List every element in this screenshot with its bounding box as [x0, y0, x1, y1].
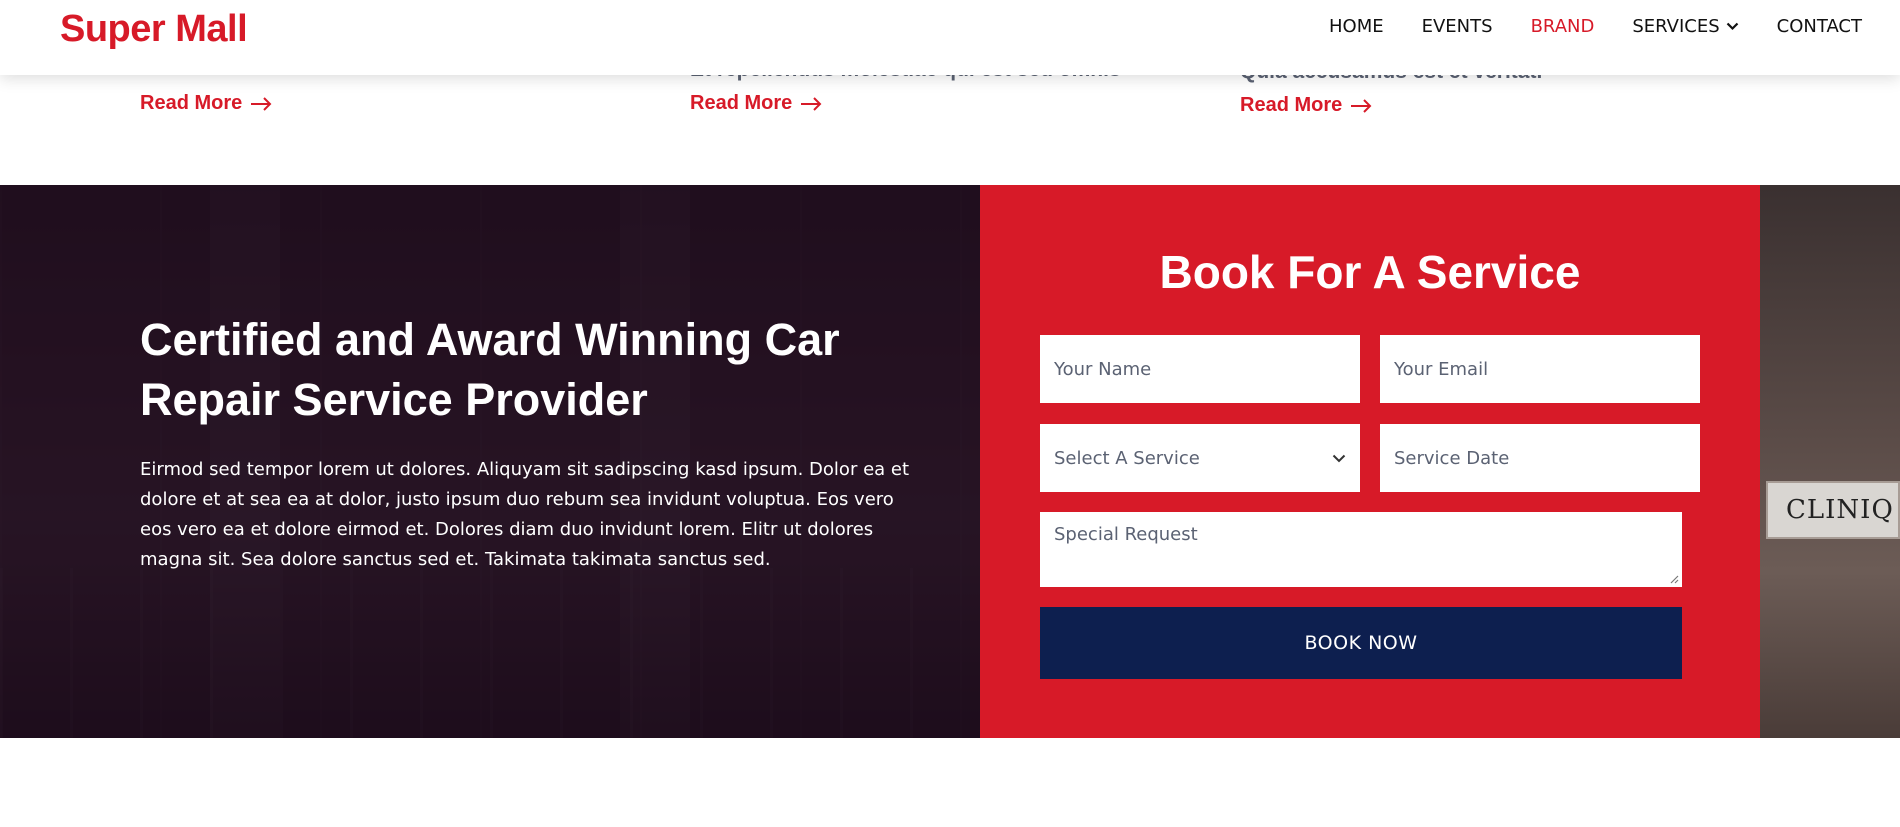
storefront-sign: CLINIQ [1766, 481, 1900, 539]
arrow-right-icon [251, 96, 272, 111]
section-headline: Certified and Award Winning Car Repair S… [140, 310, 910, 430]
name-field[interactable]: Your Name [1040, 335, 1360, 403]
special-request-textarea[interactable]: Special Request [1040, 512, 1682, 587]
arrow-right-icon [1351, 98, 1372, 113]
name-placeholder: Your Name [1054, 358, 1152, 380]
top-navbar: Super Mall HOME EVENTS BRAND SERVICES CO… [0, 0, 1900, 75]
headline-line-2: Repair Service Provider [140, 374, 648, 425]
read-more-label: Read More [140, 92, 243, 114]
nav-services[interactable]: SERVICES [1632, 16, 1738, 37]
special-request-placeholder: Special Request [1054, 524, 1198, 545]
read-more-label: Read More [1240, 94, 1343, 116]
service-date-field[interactable]: Service Date [1380, 424, 1700, 492]
read-more-link[interactable]: Read More [140, 92, 272, 115]
read-more-label: Read More [690, 92, 793, 114]
chevron-down-icon [1332, 454, 1346, 462]
email-field[interactable]: Your Email [1380, 335, 1700, 403]
arrow-right-icon [801, 96, 822, 111]
background-storefront [1760, 185, 1900, 738]
resize-handle-icon[interactable] [1669, 574, 1679, 584]
headline-line-1: Certified and Award Winning Car [140, 314, 840, 365]
section-description: Eirmod sed tempor lorem ut dolores. Aliq… [140, 459, 910, 570]
service-select-value: Select A Service [1054, 447, 1200, 469]
nav-contact[interactable]: CONTACT [1777, 16, 1862, 37]
read-more-link[interactable]: Read More [1240, 94, 1372, 117]
main-nav: HOME EVENTS BRAND SERVICES CONTACT [1329, 16, 1862, 37]
read-more-link[interactable]: Read More [690, 92, 822, 115]
nav-brand[interactable]: BRAND [1531, 16, 1595, 37]
nav-services-label: SERVICES [1632, 16, 1720, 37]
nav-home[interactable]: HOME [1329, 16, 1384, 37]
book-now-button[interactable]: BOOK NOW [1040, 607, 1682, 679]
service-date-placeholder: Service Date [1394, 447, 1510, 469]
booking-form-title: Book For A Service [1159, 246, 1581, 298]
brand-logo[interactable]: Super Mall [60, 8, 248, 51]
service-card-1: Read More [140, 92, 272, 115]
email-placeholder: Your Email [1394, 358, 1489, 380]
service-select[interactable]: Select A Service [1040, 424, 1360, 492]
booking-section: CLINIQ Certified and Award Winning Car R… [0, 185, 1900, 738]
chevron-down-icon [1726, 22, 1738, 31]
nav-events[interactable]: EVENTS [1422, 16, 1493, 37]
booking-form-panel: Book For A Service Your Name Your Email … [980, 185, 1760, 738]
